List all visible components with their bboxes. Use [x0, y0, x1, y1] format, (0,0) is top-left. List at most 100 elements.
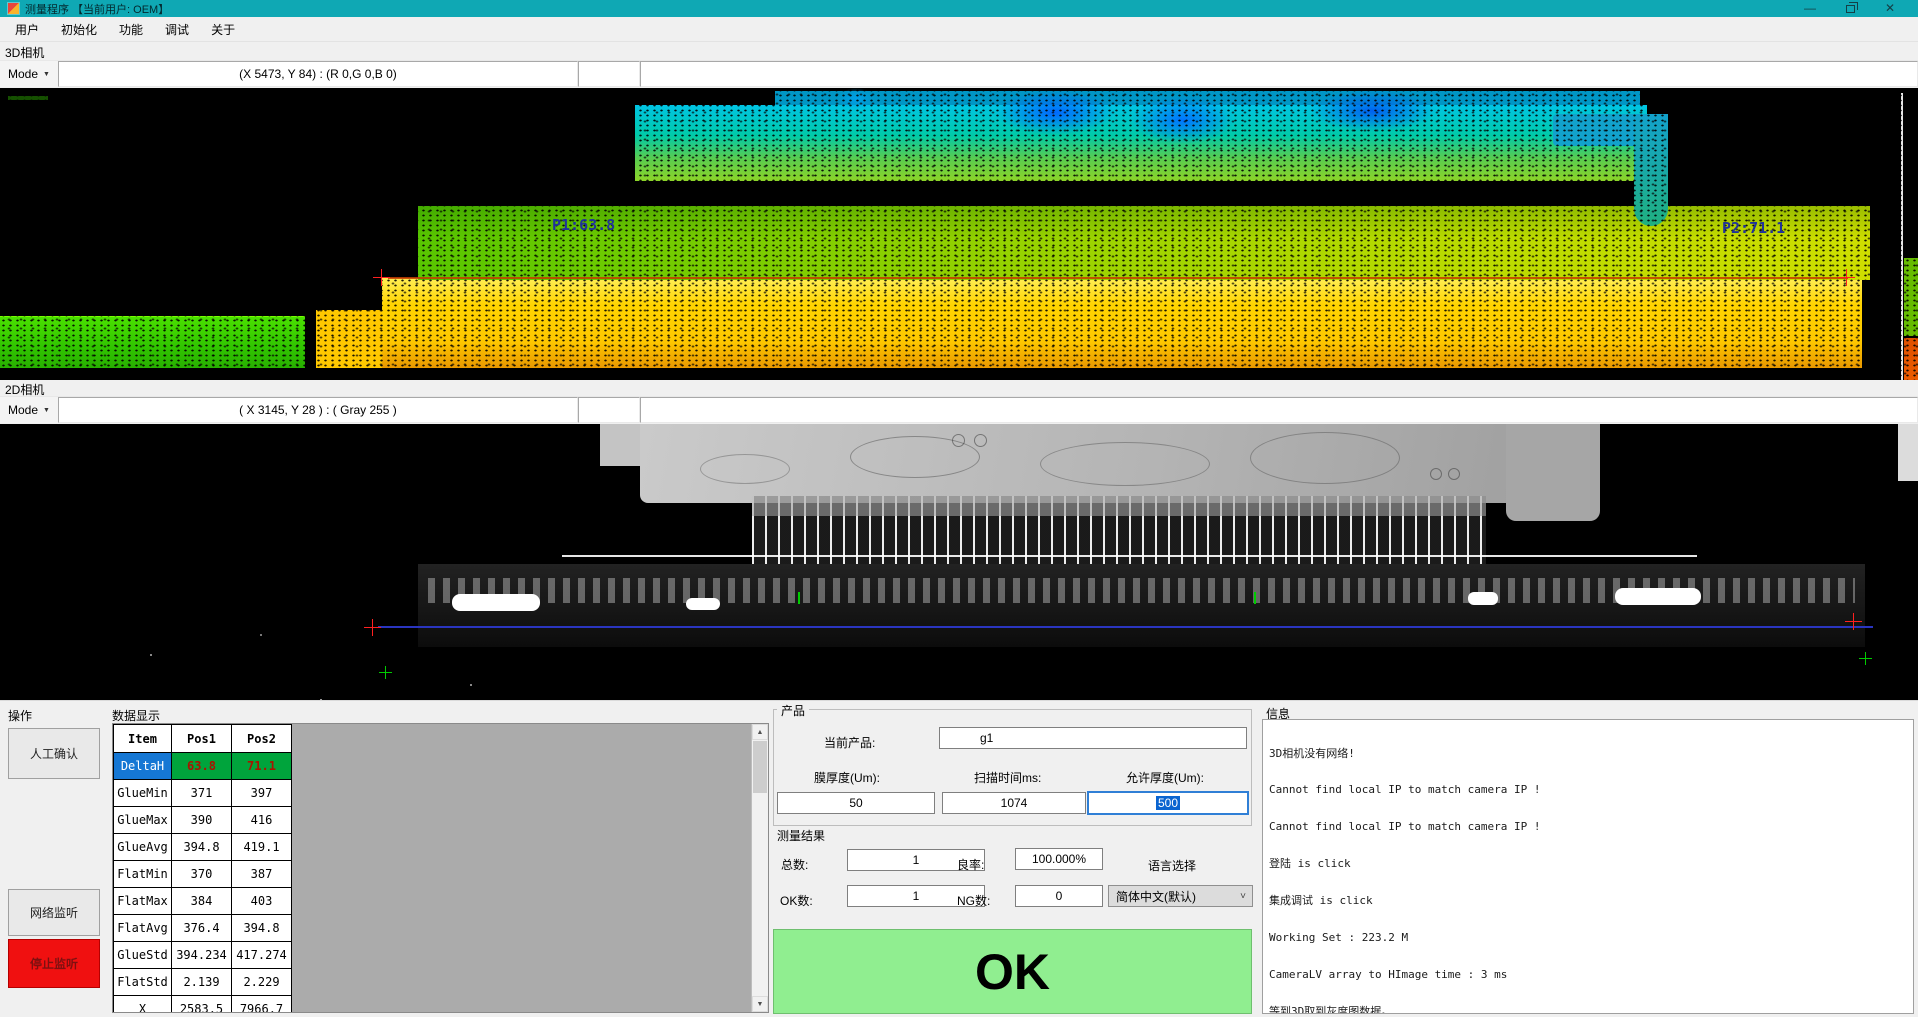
stop-listen-button[interactable]: 停止监听	[8, 939, 100, 988]
pcb-trace	[1250, 432, 1400, 484]
scrollbar-thumb[interactable]	[753, 741, 767, 793]
marker-cross-right	[1838, 269, 1855, 286]
reflective-edge-line	[562, 555, 1697, 557]
log-line: Cannot find local IP to match camera IP …	[1269, 784, 1913, 796]
yield-label: 良率:	[957, 856, 984, 873]
table-row[interactable]: GlueStd 394.234 417.274	[114, 942, 292, 969]
operations-label: 操作	[8, 707, 32, 724]
table-row[interactable]: FlatMin 370 387	[114, 861, 292, 888]
scan-time-label: 扫描时间ms:	[974, 769, 1041, 786]
camera3d-mode-button[interactable]: Mode ▼	[0, 61, 58, 87]
maximize-button[interactable]	[1830, 0, 1870, 17]
language-dropdown[interactable]: 简体中文(默认) ˅	[1108, 885, 1253, 907]
yield-field[interactable]: 100.000%	[1015, 848, 1103, 870]
menu-item-init[interactable]: 初始化	[50, 17, 108, 42]
pcb-trace	[1040, 442, 1210, 486]
dust-specks	[150, 654, 152, 656]
current-product-label: 当前产品:	[824, 734, 875, 751]
scroll-down-icon[interactable]: ▼	[752, 996, 768, 1012]
menu-item-debug[interactable]: 调试	[154, 17, 200, 42]
edge-white-strip	[1898, 424, 1918, 481]
allowed-thickness-label: 允许厚度(Um):	[1126, 769, 1204, 786]
log-line: 集成调试 is click	[1269, 895, 1913, 907]
camera2d-status-cell-empty	[578, 397, 640, 423]
film-thickness-label: 膜厚度(Um):	[814, 769, 880, 786]
solder-blob-left	[452, 594, 540, 611]
table-scrollbar[interactable]: ▲ ▼	[751, 724, 768, 1012]
marker-cross-right	[1845, 613, 1862, 630]
log-line: Cannot find local IP to match camera IP …	[1269, 821, 1913, 833]
green-tick	[1254, 592, 1256, 604]
camera2d-viewport[interactable]	[0, 424, 1918, 700]
connector-housing	[752, 496, 1486, 516]
allowed-thickness-field[interactable]: 500	[1087, 791, 1249, 815]
col-header-item: Item	[114, 725, 172, 753]
selected-text: 500	[1156, 796, 1180, 810]
pcb-fiducial	[974, 434, 987, 447]
col-header-pos1: Pos1	[172, 725, 232, 753]
table-row[interactable]: FlatMax 384 403	[114, 888, 292, 915]
ng-count-field[interactable]: 0	[1015, 885, 1103, 907]
solder-blob-small	[1468, 592, 1498, 605]
camera2d-pixel-status: ( X 3145, Y 28 ) : ( Gray 255 )	[58, 397, 578, 423]
camera2d-mode-bar: Mode ▼ ( X 3145, Y 28 ) : ( Gray 255 )	[0, 396, 1918, 423]
camera3d-mode-bar: Mode ▼ (X 5473, Y 84) : (R 0,G 0,B 0)	[0, 60, 1918, 87]
combo-arrow-icon: ˅	[1234, 891, 1252, 902]
log-line: CameraLV array to HImage time : 3 ms	[1269, 969, 1913, 981]
film-thickness-field[interactable]: 50	[777, 792, 935, 814]
green-tick	[798, 592, 800, 604]
chevron-down-icon: ▼	[43, 71, 50, 78]
table-row[interactable]: GlueMax 390 416	[114, 807, 292, 834]
manual-confirm-button[interactable]: 人工确认	[8, 728, 100, 779]
maximize-icon	[1846, 5, 1855, 13]
pcb-right-tab	[1506, 424, 1600, 521]
pcb-trace	[700, 454, 790, 484]
col-header-pos2: Pos2	[232, 725, 292, 753]
camera3d-status-cell-empty	[578, 61, 640, 87]
data-grid-panel: Item Pos1 Pos2 DeltaH 63.8 71.1 GlueMin …	[112, 723, 769, 1013]
log-line: 3D相机没有网络!	[1269, 748, 1913, 760]
results-label: 测量结果	[777, 827, 825, 844]
camera2d-mode-button[interactable]: Mode ▼	[0, 397, 58, 423]
menu-item-function[interactable]: 功能	[108, 17, 154, 42]
scroll-up-icon[interactable]: ▲	[752, 724, 768, 740]
ng-count-label: NG数:	[957, 892, 990, 909]
table-row[interactable]: DeltaH 63.8 71.1	[114, 753, 292, 780]
measure-baseline-blue	[378, 626, 1873, 628]
table-row[interactable]: GlueMin 371 397	[114, 780, 292, 807]
log-line: 等到3D取到灰度图数据。	[1269, 1006, 1913, 1014]
table-header-row: Item Pos1 Pos2	[114, 725, 292, 753]
camera3d-pixel-status: (X 5473, Y 84) : (R 0,G 0,B 0)	[58, 61, 578, 87]
table-row[interactable]: GlueAvg 394.8 419.1	[114, 834, 292, 861]
title-bar: 测量程序 【当前用户: OEM】 — ✕	[0, 0, 1918, 17]
table-row[interactable]: X 2583.5 7966.7	[114, 996, 292, 1013]
close-button[interactable]: ✕	[1870, 0, 1910, 17]
language-select-label: 语言选择	[1148, 857, 1196, 874]
marker-cross-green-right	[1859, 652, 1872, 665]
log-output[interactable]: 3D相机没有网络! Cannot find local IP to match …	[1262, 719, 1914, 1014]
current-product-field[interactable]: g1	[939, 727, 1247, 749]
total-label: 总数:	[781, 856, 808, 873]
pcb-fiducial	[1448, 468, 1460, 480]
camera3d-viewport[interactable]: P1:63.8 P2:71.1	[0, 88, 1918, 380]
noise-speckle-overlay	[0, 88, 1918, 380]
bottom-panel: 操作 人工确认 网络监听 停止监听 数据显示 Item Pos1 Pos2 De…	[0, 700, 1918, 1017]
pcb-fiducial	[952, 434, 965, 447]
menu-item-about[interactable]: 关于	[200, 17, 246, 42]
product-group: 产品 当前产品: g1 膜厚度(Um): 扫描时间ms: 允许厚度(Um): 5…	[773, 709, 1252, 826]
profile-measure-line	[388, 277, 1848, 279]
camera3d-status-cell-rest	[640, 61, 1918, 87]
table-row[interactable]: FlatAvg 376.4 394.8	[114, 915, 292, 942]
p2-annotation: P2:71.1	[1722, 219, 1785, 237]
network-listen-button[interactable]: 网络监听	[8, 889, 100, 936]
solder-blob-right	[1615, 588, 1701, 605]
connector-base-bar	[418, 564, 1865, 647]
scan-time-field[interactable]: 1074	[942, 792, 1086, 814]
app-icon	[8, 3, 19, 14]
p1-annotation: P1:63.8	[552, 216, 615, 234]
minimize-button[interactable]: —	[1790, 0, 1830, 17]
menu-bar: 用户 初始化 功能 调试 关于	[0, 17, 1918, 42]
table-row[interactable]: FlatStd 2.139 2.229	[114, 969, 292, 996]
menu-item-user[interactable]: 用户	[4, 17, 50, 42]
marker-cross-left	[364, 619, 381, 636]
